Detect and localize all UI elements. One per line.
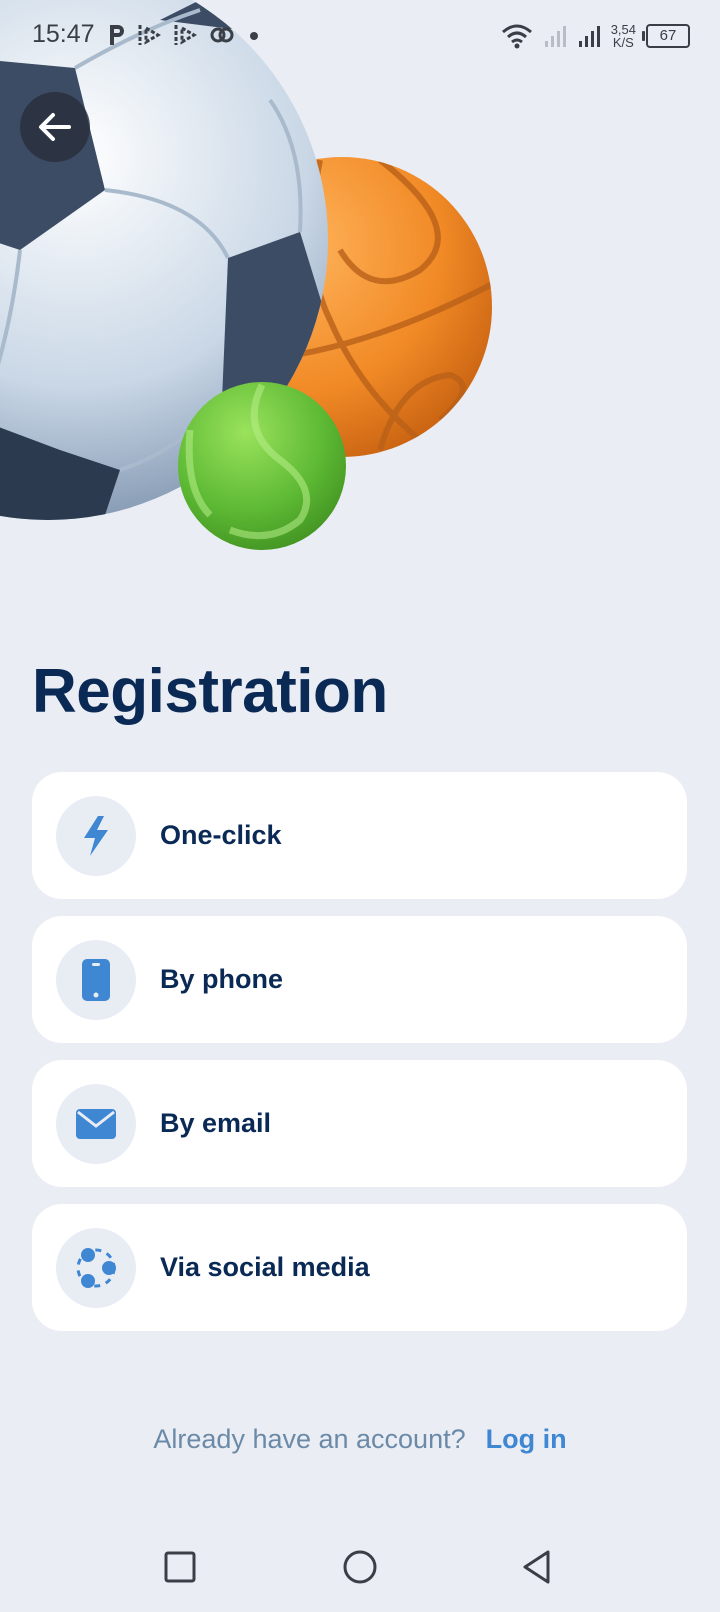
back-button[interactable] <box>20 92 90 162</box>
signal-icon <box>578 26 600 47</box>
system-navigation-bar <box>0 1520 720 1612</box>
option-one-click[interactable]: One-click <box>32 772 687 899</box>
login-prompt: Already have an account? Log in <box>0 1424 720 1455</box>
back-nav-button[interactable] <box>512 1542 562 1592</box>
play-app-icon <box>138 25 161 45</box>
parking-app-icon <box>110 25 124 45</box>
envelope-icon <box>76 1108 116 1139</box>
option-by-email[interactable]: By email <box>32 1060 687 1187</box>
network-speed: 3,54 K/S <box>611 23 636 49</box>
phone-icon <box>82 958 110 1001</box>
network-speed-unit: K/S <box>612 35 634 50</box>
notification-icons <box>106 20 264 50</box>
signal-icon-empty <box>544 26 566 47</box>
option-by-phone[interactable]: By phone <box>32 916 687 1043</box>
social-media-icon <box>76 1247 116 1288</box>
option-via-social-media[interactable]: Via social media <box>32 1204 687 1331</box>
arrow-left-icon <box>39 113 71 141</box>
battery-indicator: 67 <box>642 24 690 48</box>
option-label: One-click <box>160 820 282 850</box>
play-app-icon <box>174 25 197 45</box>
status-right: 3,54 K/S 67 <box>501 20 690 52</box>
option-label: Via social media <box>160 1252 370 1282</box>
status-time: 15:47 <box>32 20 95 48</box>
option-icon-circle <box>56 795 136 876</box>
option-label: By phone <box>160 964 284 994</box>
triangle-back-icon <box>523 1550 550 1584</box>
option-icon-circle <box>56 1227 136 1308</box>
option-icon-circle <box>56 939 136 1020</box>
circle-icon <box>343 1550 377 1584</box>
sports-balls-illustration <box>0 0 720 560</box>
home-button[interactable] <box>335 1542 385 1592</box>
option-label: By email <box>160 1108 272 1138</box>
status-bar: 15:47 3,54 K/S 67 <box>0 0 720 72</box>
square-icon <box>164 1551 196 1583</box>
page-title: Registration <box>32 657 388 726</box>
link-app-icon <box>210 27 234 43</box>
login-link[interactable]: Log in <box>486 1424 567 1454</box>
wifi-icon <box>501 24 532 49</box>
login-prompt-text: Already have an account? <box>153 1424 466 1454</box>
option-icon-circle <box>56 1083 136 1164</box>
lightning-icon <box>84 815 108 856</box>
recent-apps-button[interactable] <box>155 1542 205 1592</box>
dot-icon <box>250 32 258 40</box>
tennis-ball-icon <box>178 382 346 550</box>
